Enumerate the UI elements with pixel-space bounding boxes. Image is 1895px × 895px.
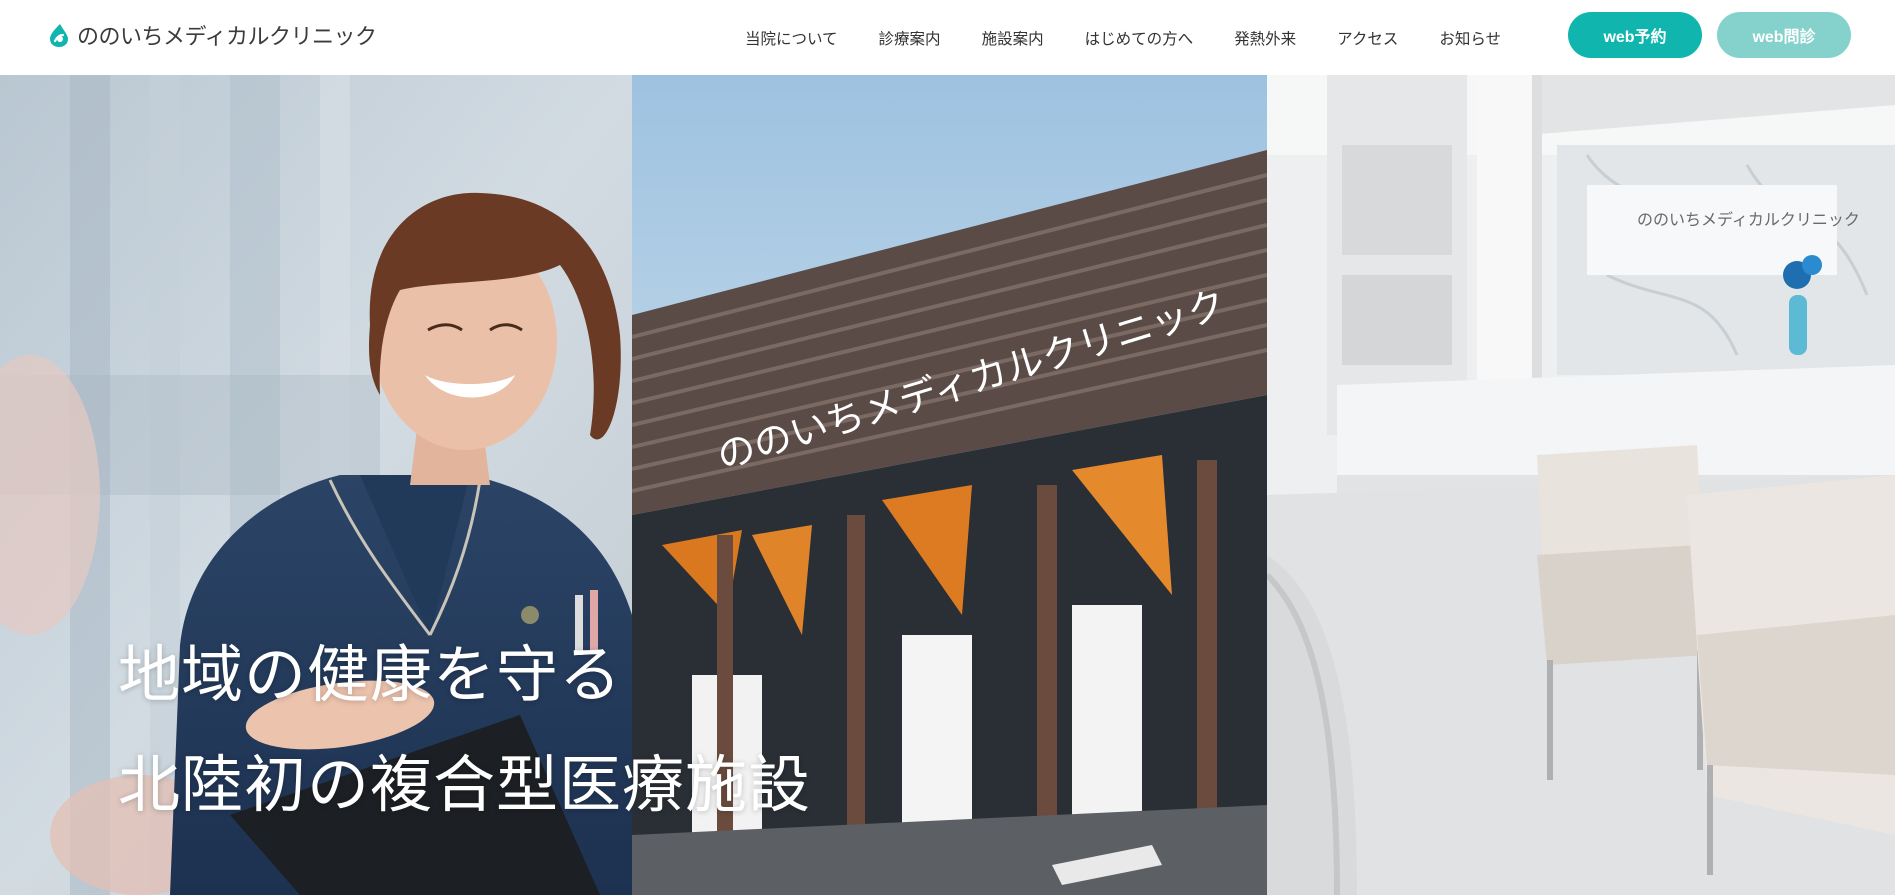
nav-item-access[interactable]: アクセス [1337,27,1398,49]
hero-section: ののいちメディカルクリニック ののいちメディカルクリニック 地域の健康を守る 北… [0,75,1895,895]
hero-headline-line-1: 地域の健康を守る [118,638,623,711]
nav-item-medical-info[interactable]: 診療案内 [879,27,941,49]
hero-headline: 地域の健康を守る 北陸初の複合型医療施設 [118,620,811,840]
web-reserve-button[interactable]: web予約 [1568,12,1702,58]
nav-item-facility[interactable]: 施設案内 [982,27,1044,49]
web-interview-button[interactable]: web問診 [1717,12,1851,58]
site-header: ののいちメディカルクリニック 当院について 診療案内 施設案内 はじめての方へ … [0,0,1895,75]
main-nav: 当院について 診療案内 施設案内 はじめての方へ 発熱外来 アクセス お知らせ [745,0,1542,75]
site-logo[interactable]: ののいちメディカルクリニック [47,21,377,50]
leaf-drop-icon [50,24,68,47]
nav-item-about[interactable]: 当院について [745,27,838,49]
reception-sign-text: ののいちメディカルクリニック [1637,210,1860,229]
nav-item-first-visit[interactable]: はじめての方へ [1085,27,1194,49]
hero-image-reception: ののいちメディカルクリニック [1267,75,1895,895]
nav-item-fever-clinic[interactable]: 発熱外来 [1234,27,1296,49]
nav-item-news[interactable]: お知らせ [1439,27,1501,49]
logo-text: ののいちメディカルクリニック [77,25,377,50]
hero-headline-line-2: 北陸初の複合型医療施設 [118,748,812,821]
